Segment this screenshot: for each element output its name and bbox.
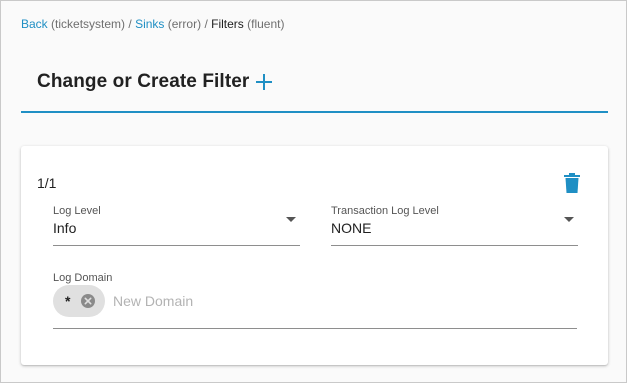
breadcrumb: Back (ticketsystem) / Sinks (error) / Fi… (21, 17, 285, 31)
breadcrumb-current-context: (fluent) (247, 17, 285, 31)
field-underline (53, 245, 300, 246)
breadcrumb-sinks-context: (error) (167, 17, 202, 31)
add-filter-button[interactable] (254, 72, 274, 92)
domain-chip-label: * (65, 293, 71, 309)
trash-icon (564, 173, 580, 193)
log-level-value: Info (53, 220, 77, 236)
dropdown-arrow-icon (286, 217, 296, 222)
transaction-log-level-label: Transaction Log Level (331, 205, 439, 217)
filter-card: 1/1 Log Level Info Transaction Log Level… (21, 146, 608, 365)
breadcrumb-sinks-link[interactable]: Sinks (135, 17, 164, 31)
page-title: Change or Create Filter (37, 71, 250, 92)
window-frame: Back (ticketsystem) / Sinks (error) / Fi… (0, 0, 627, 383)
breadcrumb-separator: / (128, 17, 132, 31)
breadcrumb-back-context: (ticketsystem) (51, 17, 126, 31)
new-domain-input[interactable] (113, 285, 513, 317)
breadcrumb-current: Filters (211, 17, 244, 31)
page: Back (ticketsystem) / Sinks (error) / Fi… (2, 2, 625, 381)
log-level-select[interactable]: Log Level Info (53, 205, 300, 246)
breadcrumb-back-link[interactable]: Back (21, 17, 48, 31)
dropdown-arrow-icon (564, 217, 574, 222)
log-level-label: Log Level (53, 205, 101, 217)
chip-remove-button[interactable] (81, 294, 95, 308)
breadcrumb-separator: / (204, 17, 208, 31)
log-domain-field: Log Domain * (53, 272, 577, 329)
log-domain-label: Log Domain (53, 272, 113, 284)
transaction-log-level-value: NONE (331, 220, 372, 236)
plus-icon (256, 74, 272, 90)
domain-chip: * (53, 285, 105, 317)
transaction-log-level-select[interactable]: Transaction Log Level NONE (331, 205, 578, 246)
field-underline (331, 245, 578, 246)
delete-filter-button[interactable] (564, 173, 580, 193)
close-circle-icon (81, 294, 95, 308)
field-underline (53, 328, 577, 329)
header-divider (21, 111, 608, 113)
filter-counter: 1/1 (37, 175, 57, 191)
